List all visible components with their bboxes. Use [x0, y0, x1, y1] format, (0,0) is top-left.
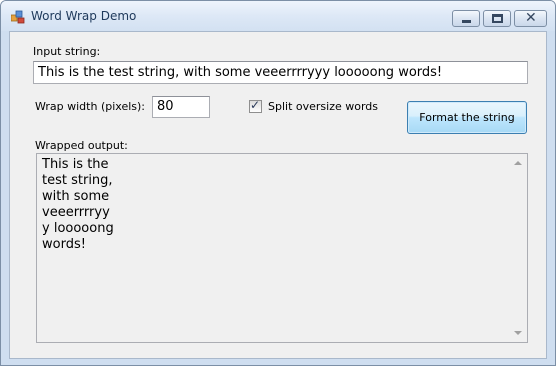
- minimize-icon: [462, 20, 471, 23]
- app-icon: [11, 10, 25, 24]
- split-oversize-checkbox[interactable]: ✓: [249, 98, 262, 113]
- title-bar[interactable]: Word Wrap Demo ✕: [1, 1, 555, 31]
- maximize-icon: [492, 14, 503, 23]
- minimize-button[interactable]: [452, 10, 480, 27]
- wrap-width-field[interactable]: 80: [152, 96, 210, 118]
- split-oversize-label[interactable]: Split oversize words: [268, 100, 378, 113]
- form-client-area: Input string: This is the test string, w…: [9, 31, 547, 359]
- wrap-width-label: Wrap width (pixels):: [35, 100, 145, 113]
- window-title: Word Wrap Demo: [31, 9, 137, 23]
- checkmark-icon: ✓: [250, 98, 261, 112]
- output-line: test string,: [42, 173, 113, 188]
- scroll-down-arrow-icon[interactable]: [514, 331, 522, 335]
- input-string-field[interactable]: This is the test string, with some veeer…: [33, 61, 528, 84]
- format-string-button[interactable]: Format the string: [407, 101, 527, 134]
- output-line: with some: [42, 189, 110, 204]
- input-string-label: Input string:: [33, 45, 101, 58]
- output-line: veeerrrryy: [42, 205, 110, 220]
- main-window: Word Wrap Demo ✕ Input string: This is t…: [0, 0, 556, 366]
- scroll-up-arrow-icon[interactable]: [514, 161, 522, 165]
- vertical-scrollbar[interactable]: [510, 154, 527, 342]
- output-line: words!: [42, 237, 86, 252]
- wrapped-output-text: This is the test string, with some veeer…: [42, 157, 114, 253]
- output-line: y looooong: [42, 221, 114, 236]
- wrapped-output-label: Wrapped output:: [35, 139, 128, 152]
- close-icon: ✕: [525, 10, 537, 26]
- maximize-button[interactable]: [483, 10, 511, 27]
- output-line: This is the: [42, 157, 109, 172]
- close-button[interactable]: ✕: [514, 10, 547, 27]
- wrapped-output-box[interactable]: This is the test string, with some veeer…: [36, 153, 528, 343]
